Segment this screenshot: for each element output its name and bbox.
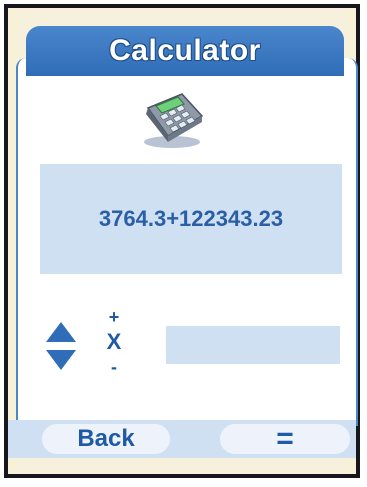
up-down-arrows-icon[interactable] [44,318,78,374]
equals-button[interactable]: = [220,422,350,455]
times-operator[interactable]: X [107,331,122,353]
calculator-icon [144,93,204,148]
title-bar: Calculator [26,26,344,76]
expression-display: 3764.3+122343.23 [40,164,342,274]
minus-operator[interactable]: - [111,358,117,376]
operator-selector[interactable]: + X - [104,308,124,376]
app-title: Calculator [109,34,261,67]
expression-text: 3764.3+122343.23 [98,206,284,231]
plus-operator[interactable]: + [109,308,120,326]
back-button[interactable]: Back [42,424,170,454]
number-input[interactable] [166,326,340,364]
